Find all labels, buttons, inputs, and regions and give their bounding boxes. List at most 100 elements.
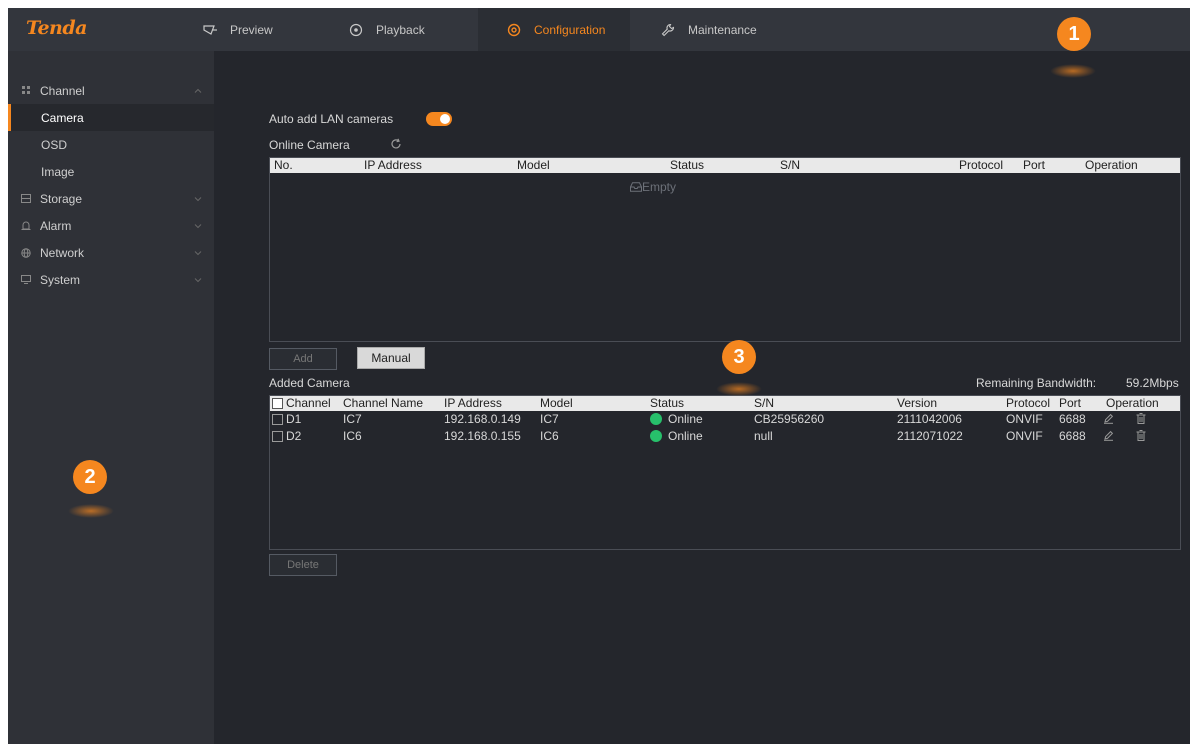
maintenance-icon [660,22,676,38]
chevron-down-icon [194,249,202,257]
callout-2-shadow [68,504,114,518]
delete-icon[interactable] [1136,430,1146,441]
cell-status: Online [668,429,703,443]
col-status: Status [670,158,705,172]
chevron-up-icon [194,87,202,95]
online-camera-table: No. IP Address Model Status S/N Protocol… [269,157,1181,342]
nav-playback[interactable]: Playback [348,8,448,51]
col-sn: S/N [754,396,775,410]
empty-text: Empty [642,180,677,194]
edit-icon[interactable] [1103,430,1114,441]
col-protocol: Protocol [959,158,1004,172]
chevron-down-icon [194,195,202,203]
sidebar-item-storage[interactable]: Storage [8,185,214,212]
alarm-icon [20,220,32,232]
sidebar-item-image[interactable]: Image [8,158,214,185]
delete-button[interactable]: Delete [269,554,337,576]
added-camera-title: Added Camera [269,376,350,390]
system-icon [20,274,32,286]
sidebar-item-network-label: Network [40,245,85,260]
cell-protocol: ONVIF [1006,429,1043,443]
select-all-checkbox[interactable] [272,398,283,409]
online-table-header: No. IP Address Model Status S/N Protocol… [270,158,1180,173]
auto-add-label: Auto add LAN cameras [269,112,394,126]
preview-icon [202,22,218,38]
online-status-dot [650,413,662,425]
col-operation: Operation [1085,158,1138,172]
sidebar: Channel Camera OSD Image Storage Alarm N… [8,51,214,744]
nav-configuration[interactable]: Configuration [478,8,630,51]
tenda-logo: Tenda [26,17,87,39]
callout-3-shadow [716,382,762,396]
channel-icon [20,85,32,97]
cell-channel-name: IC7 [343,412,362,426]
cell-port: 6688 [1059,412,1086,426]
sidebar-item-network[interactable]: Network [8,239,214,266]
row-checkbox[interactable] [272,431,283,442]
edit-icon[interactable] [1103,413,1114,424]
sidebar-item-image-label: Image [41,164,75,179]
col-version: Version [897,396,938,410]
playback-icon [348,22,364,38]
nav-playback-label: Playback [376,22,425,37]
cell-model: IC7 [540,412,559,426]
nav-maintenance-label: Maintenance [688,22,757,37]
cell-channel: D1 [286,412,302,426]
sidebar-item-osd[interactable]: OSD [8,131,214,158]
nav-preview[interactable]: Preview [202,8,302,51]
col-model: Model [540,396,573,410]
sidebar-item-channel-label: Channel [40,83,85,98]
nav-configuration-label: Configuration [534,22,606,37]
sidebar-item-channel[interactable]: Channel [8,77,214,104]
sidebar-item-system[interactable]: System [8,266,214,293]
col-model: Model [517,158,550,172]
col-port: Port [1059,396,1082,410]
added-table-header: Channel Channel Name IP Address Model St… [270,396,1180,411]
sidebar-item-storage-label: Storage [40,191,83,206]
refresh-icon[interactable] [390,138,402,150]
online-camera-title: Online Camera [269,138,350,152]
row-checkbox[interactable] [272,414,283,425]
nav-maintenance[interactable]: Maintenance [660,8,790,51]
sidebar-item-osd-label: OSD [41,137,68,152]
configuration-icon [506,22,522,38]
sidebar-item-alarm[interactable]: Alarm [8,212,214,239]
top-bar: Tenda Preview Playback Configuration Mai… [8,8,1190,51]
remaining-bandwidth-value: 59.2Mbps [1126,376,1179,390]
cell-ip: 192.168.0.155 [444,429,521,443]
storage-icon [20,193,32,205]
col-status: Status [650,396,685,410]
cell-protocol: ONVIF [1006,412,1043,426]
cell-sn: CB25956260 [754,412,825,426]
sidebar-item-system-label: System [40,272,81,287]
callout-badge-2: 2 [73,460,107,494]
callout-badge-1: 1 [1057,17,1091,51]
table-row: D2 IC6 192.168.0.155 IC6 Online null 211… [270,429,1180,443]
col-ip-address: IP Address [364,158,422,172]
cell-version: 2112071022 [897,429,963,443]
cell-model: IC6 [540,429,559,443]
nav-preview-label: Preview [230,22,273,37]
col-operation: Operation [1106,396,1159,410]
delete-icon[interactable] [1136,413,1146,424]
col-channel: Channel [286,396,331,410]
online-status-dot [650,430,662,442]
chevron-down-icon [194,276,202,284]
auto-add-toggle[interactable] [426,112,452,126]
col-sn: S/N [780,158,801,172]
empty-inbox-icon [630,182,642,192]
col-port: Port [1023,158,1046,172]
manual-button[interactable]: Manual [357,347,425,369]
add-button[interactable]: Add [269,348,337,370]
network-icon [20,247,32,259]
sidebar-item-alarm-label: Alarm [40,218,72,233]
cell-ip: 192.168.0.149 [444,412,521,426]
col-protocol: Protocol [1006,396,1051,410]
col-channel-name: Channel Name [343,396,424,410]
cell-status: Online [668,412,703,426]
app-window: Tenda Preview Playback Configuration Mai… [8,8,1190,744]
sidebar-item-camera[interactable]: Camera [8,104,214,131]
cell-version: 2111042006 [897,412,962,426]
callout-1-shadow [1050,64,1096,78]
empty-state: Empty [630,180,676,194]
